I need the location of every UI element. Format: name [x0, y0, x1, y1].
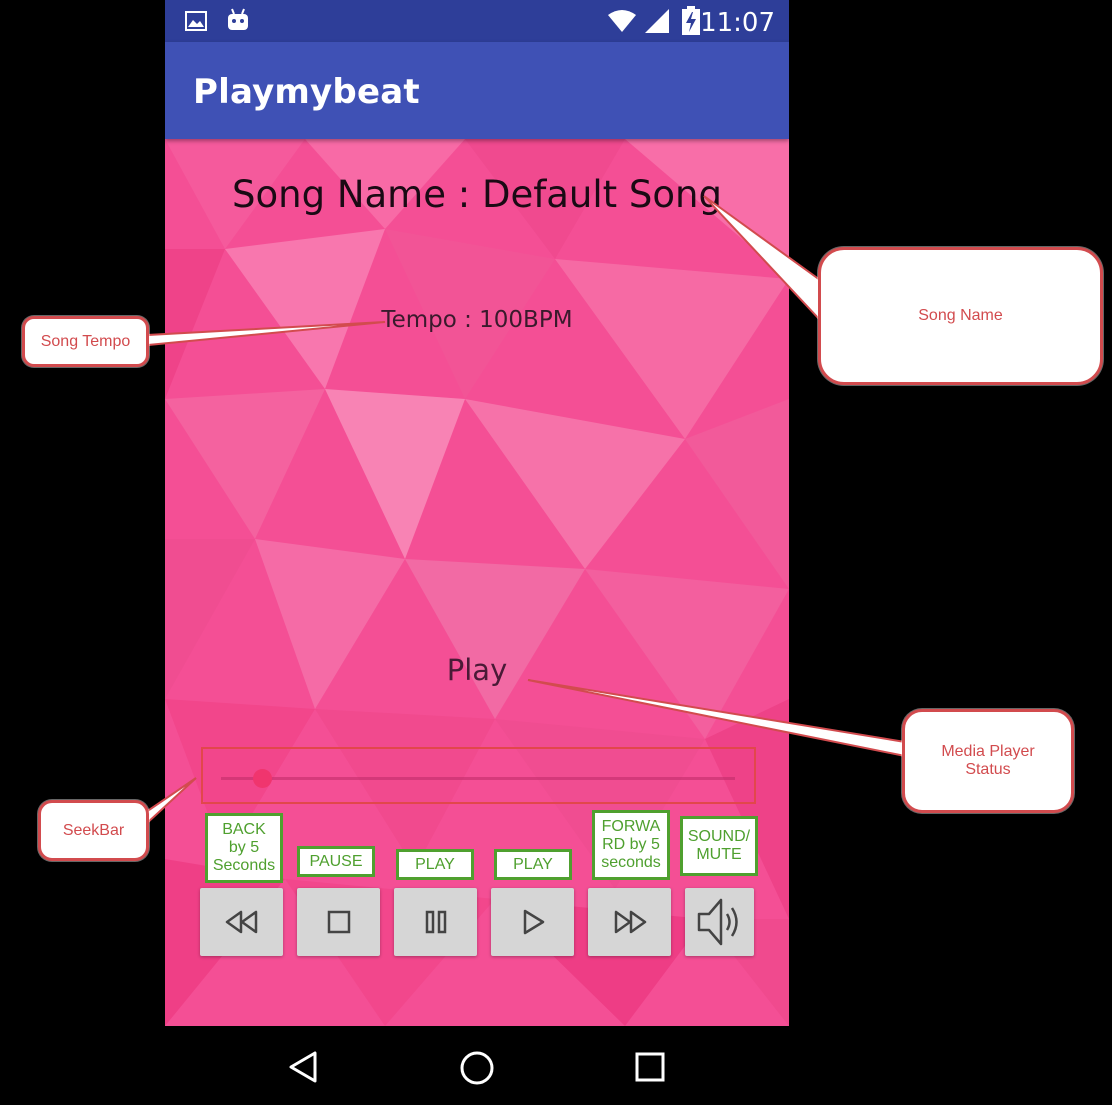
pause-button-label: PLAY [396, 849, 474, 880]
battery-charging-icon [682, 6, 700, 35]
player-content: Song Name : Default Song Tempo : 100BPM … [165, 139, 789, 1026]
sound-mute-button-label: SOUND/ MUTE [680, 816, 758, 876]
rewind-icon [225, 910, 257, 934]
media-player-status-callout: Media Player Status [902, 709, 1074, 813]
android-icon [228, 8, 248, 30]
player-status-text: Play [446, 653, 508, 687]
fast-forward-button[interactable] [588, 888, 671, 956]
fast-forward-button-label: FORWA RD by 5 seconds [592, 810, 670, 880]
stop-button[interactable] [297, 888, 380, 956]
song-name-callout: Song Name [818, 247, 1103, 385]
status-bar: 11:07 [165, 0, 789, 42]
signal-icon [645, 9, 669, 33]
song-name-text: Song Name : Default Song [232, 173, 722, 216]
play-button-label: PLAY [494, 849, 572, 880]
stop-button-label: PAUSE [297, 846, 375, 877]
tempo-text: Tempo : 100BPM [381, 307, 573, 333]
app-title: Playmybeat [193, 72, 420, 112]
seekbar-track[interactable] [221, 777, 735, 780]
sound-mute-button[interactable] [685, 888, 754, 956]
seekbar-callout: SeekBar [38, 800, 149, 861]
recents-icon[interactable] [635, 1052, 665, 1082]
rewind-button[interactable] [200, 888, 283, 956]
wifi-icon [608, 10, 636, 32]
rewind-button-label: BACK by 5 Seconds [205, 813, 283, 883]
pause-icon [425, 910, 446, 934]
fast-forward-icon [614, 910, 646, 934]
play-icon [523, 909, 544, 935]
seekbar-highlight [201, 747, 756, 804]
back-icon[interactable] [287, 1050, 319, 1084]
pause-button[interactable] [394, 888, 477, 956]
home-icon[interactable] [459, 1050, 495, 1086]
phone-screen: 11:07 Playmybeat Song Name: Default Son… [165, 0, 789, 1105]
play-button[interactable] [491, 888, 574, 956]
image-icon [185, 11, 207, 31]
song-tempo-callout: Song Tempo [22, 316, 149, 367]
seekbar-thumb[interactable] [252, 769, 272, 788]
app-toolbar: Playmybeat [165, 42, 789, 139]
system-nav-bar [165, 1026, 789, 1105]
status-time: 11:07 [700, 8, 775, 38]
speaker-icon [697, 898, 738, 946]
stop-icon [327, 910, 350, 934]
